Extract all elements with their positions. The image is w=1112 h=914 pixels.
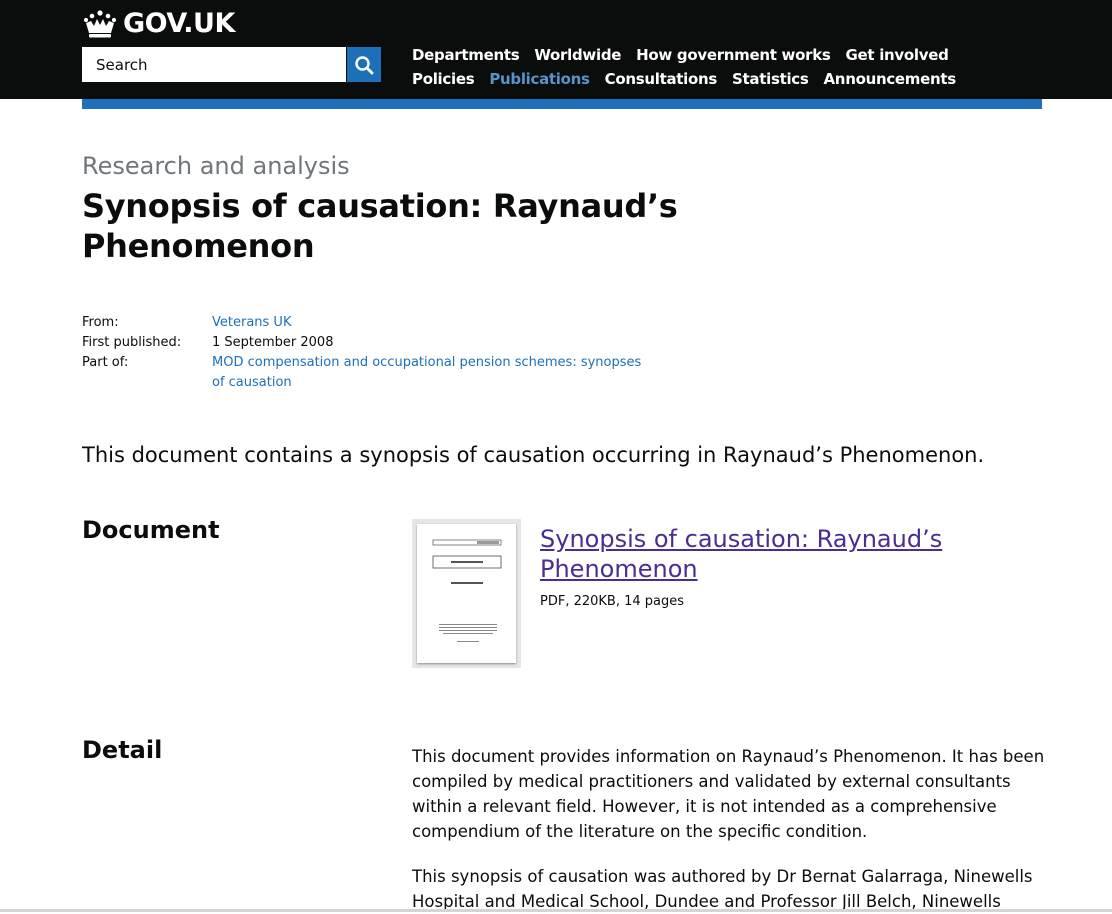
attachment-metadata: PDF, 220KB, 14 pages: [540, 594, 685, 609]
search-icon: [355, 55, 374, 74]
detail-paragraph: This document provides information on Ra…: [412, 747, 1045, 841]
metadata-row-from: From: Veterans UK: [82, 313, 642, 333]
nav-get-involved[interactable]: Get involved: [846, 46, 949, 64]
header-blue-bar: [82, 99, 1042, 109]
site-header: GOV.UK Departments Worldwide How governm…: [0, 0, 1112, 99]
document-preview-icon: [432, 539, 502, 642]
organisation-link[interactable]: Veterans UK: [212, 315, 291, 330]
metadata-list: From: Veterans UK First published: 1 Sep…: [82, 313, 642, 393]
govuk-logo[interactable]: GOV.UK: [82, 8, 235, 39]
detail-paragraph: This synopsis of causation was authored …: [412, 867, 1033, 911]
nav-how-government-works[interactable]: How government works: [636, 46, 831, 64]
nav-policies[interactable]: Policies: [412, 70, 475, 88]
nav-statistics[interactable]: Statistics: [732, 70, 809, 88]
nav-worldwide[interactable]: Worldwide: [534, 46, 621, 64]
search-button[interactable]: [347, 47, 381, 82]
nav-publications[interactable]: Publications: [489, 70, 590, 88]
nav-consultations[interactable]: Consultations: [605, 70, 718, 88]
collection-link[interactable]: MOD compensation and occupational pensio…: [212, 355, 641, 390]
nav-departments[interactable]: Departments: [412, 46, 520, 64]
metadata-key: Part of:: [82, 355, 129, 370]
metadata-row-published: First published: 1 September 2008: [82, 333, 642, 353]
metadata-key: From:: [82, 315, 119, 330]
pdf-thumbnail[interactable]: [412, 519, 521, 668]
document-heading: Document: [82, 516, 220, 544]
metadata-key: First published:: [82, 335, 182, 350]
page-title: Synopsis of causation: Raynaud’s Phenome…: [82, 187, 678, 265]
pdf-thumbnail-page: [417, 524, 516, 663]
document-type: Research and analysis: [82, 152, 350, 180]
search-input[interactable]: [82, 47, 346, 82]
lead-paragraph: This document contains a synopsis of cau…: [82, 443, 985, 467]
metadata-row-part-of: Part of: MOD compensation and occupation…: [82, 353, 642, 393]
detail-heading: Detail: [82, 736, 163, 764]
published-date: 1 September 2008: [212, 335, 334, 350]
logo-text: GOV.UK: [123, 8, 235, 39]
main-navigation: Departments Worldwide How government wor…: [412, 43, 956, 91]
nav-announcements[interactable]: Announcements: [824, 70, 957, 88]
attachment-title-link[interactable]: Synopsis of causation: Raynaud’s Phenome…: [540, 524, 970, 584]
crown-icon: [83, 9, 117, 37]
